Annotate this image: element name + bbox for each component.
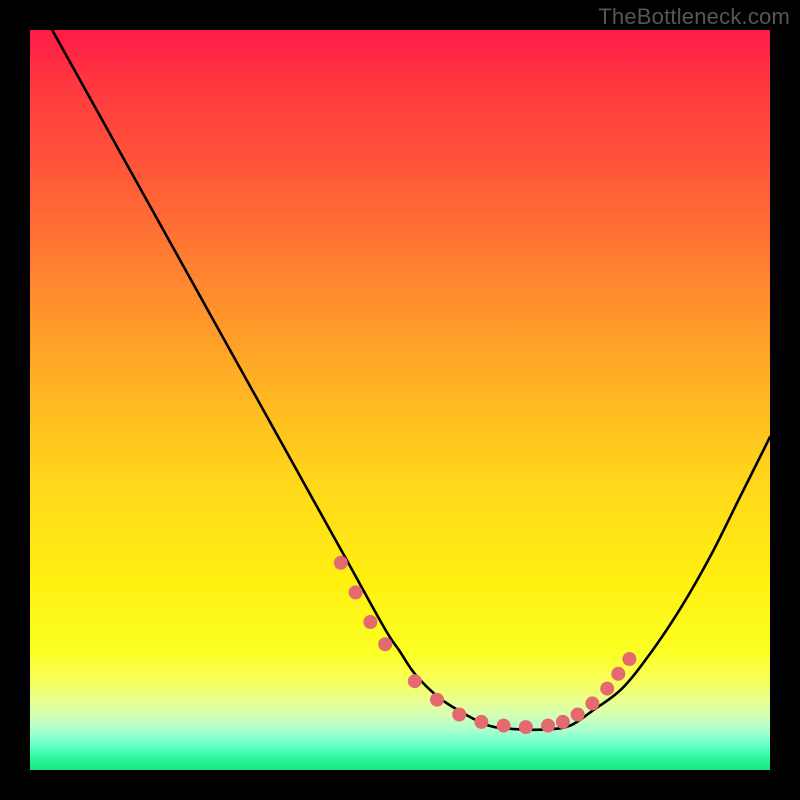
- marker-dot: [452, 708, 466, 722]
- marker-dot: [622, 652, 636, 666]
- marker-dot: [519, 720, 533, 734]
- bottleneck-curve: [52, 30, 770, 730]
- marker-dot: [541, 719, 555, 733]
- marker-dot: [349, 585, 363, 599]
- chart-frame: TheBottleneck.com: [0, 0, 800, 800]
- marker-dot: [497, 719, 511, 733]
- marker-dots: [334, 556, 637, 734]
- marker-dot: [474, 715, 488, 729]
- marker-dot: [334, 556, 348, 570]
- marker-dot: [556, 715, 570, 729]
- marker-dot: [408, 674, 422, 688]
- watermark-text: TheBottleneck.com: [598, 4, 790, 30]
- marker-dot: [600, 682, 614, 696]
- marker-dot: [430, 693, 444, 707]
- marker-dot: [363, 615, 377, 629]
- marker-dot: [585, 696, 599, 710]
- marker-dot: [571, 708, 585, 722]
- marker-dot: [378, 637, 392, 651]
- curve-overlay: [30, 30, 770, 770]
- plot-area: [30, 30, 770, 770]
- marker-dot: [611, 667, 625, 681]
